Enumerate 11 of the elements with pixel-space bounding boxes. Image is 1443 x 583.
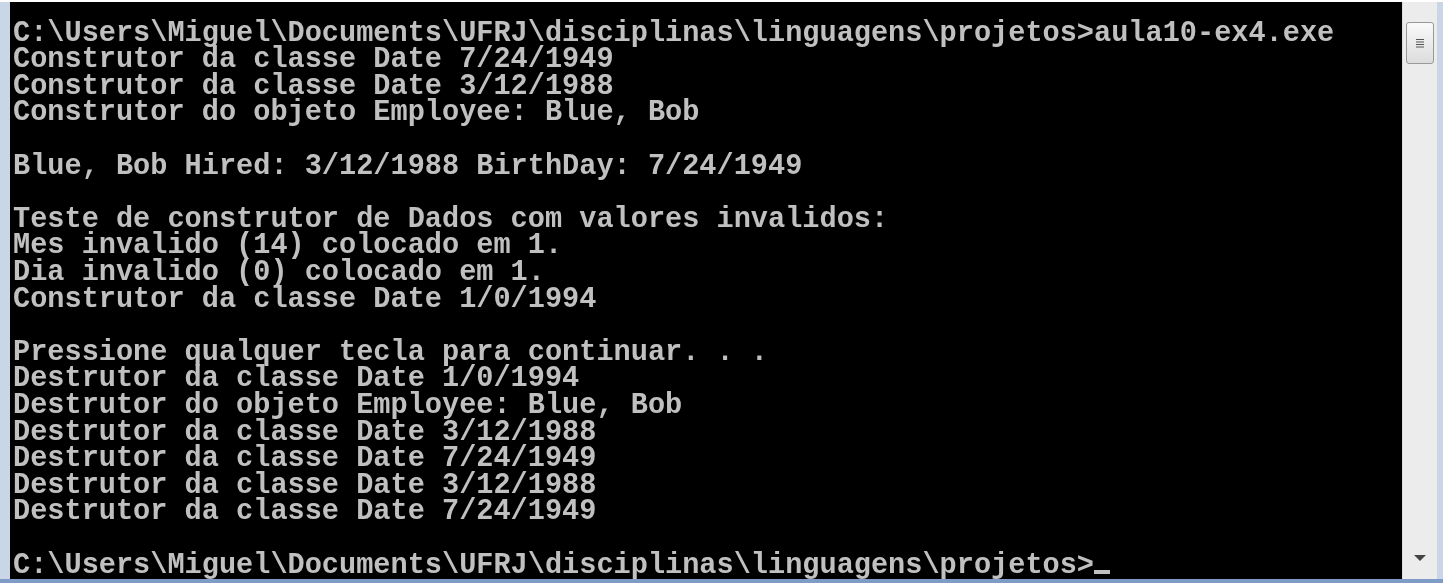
console-line: Blue, Bob Hired: 3/12/1988 BirthDay: 7/24/1949 [13, 153, 803, 181]
scrollbar[interactable] [1402, 1, 1437, 580]
scroll-down-arrow-icon[interactable] [1414, 555, 1426, 562]
console-line: Destrutor da classe Date 7/24/1949 [13, 499, 597, 526]
scroll-thumb[interactable] [1406, 21, 1434, 64]
console-line: Construtor da classe Date 1/0/1994 [13, 286, 597, 314]
console-line: Pressione qualquer tecla para continuar. . . [13, 339, 768, 367]
console-line: Construtor do objeto Employee: Blue, Bob [13, 100, 700, 128]
console-line: C:\Users\Miguel\Documents\UFRJ\disciplinas\linguagens\projetos> [13, 552, 1095, 580]
console-line: C:\Users\Miguel\Documents\UFRJ\disciplinas\linguagens\projetos>aula10-ex4.exe [13, 20, 1335, 48]
grip-icon [1415, 37, 1425, 48]
